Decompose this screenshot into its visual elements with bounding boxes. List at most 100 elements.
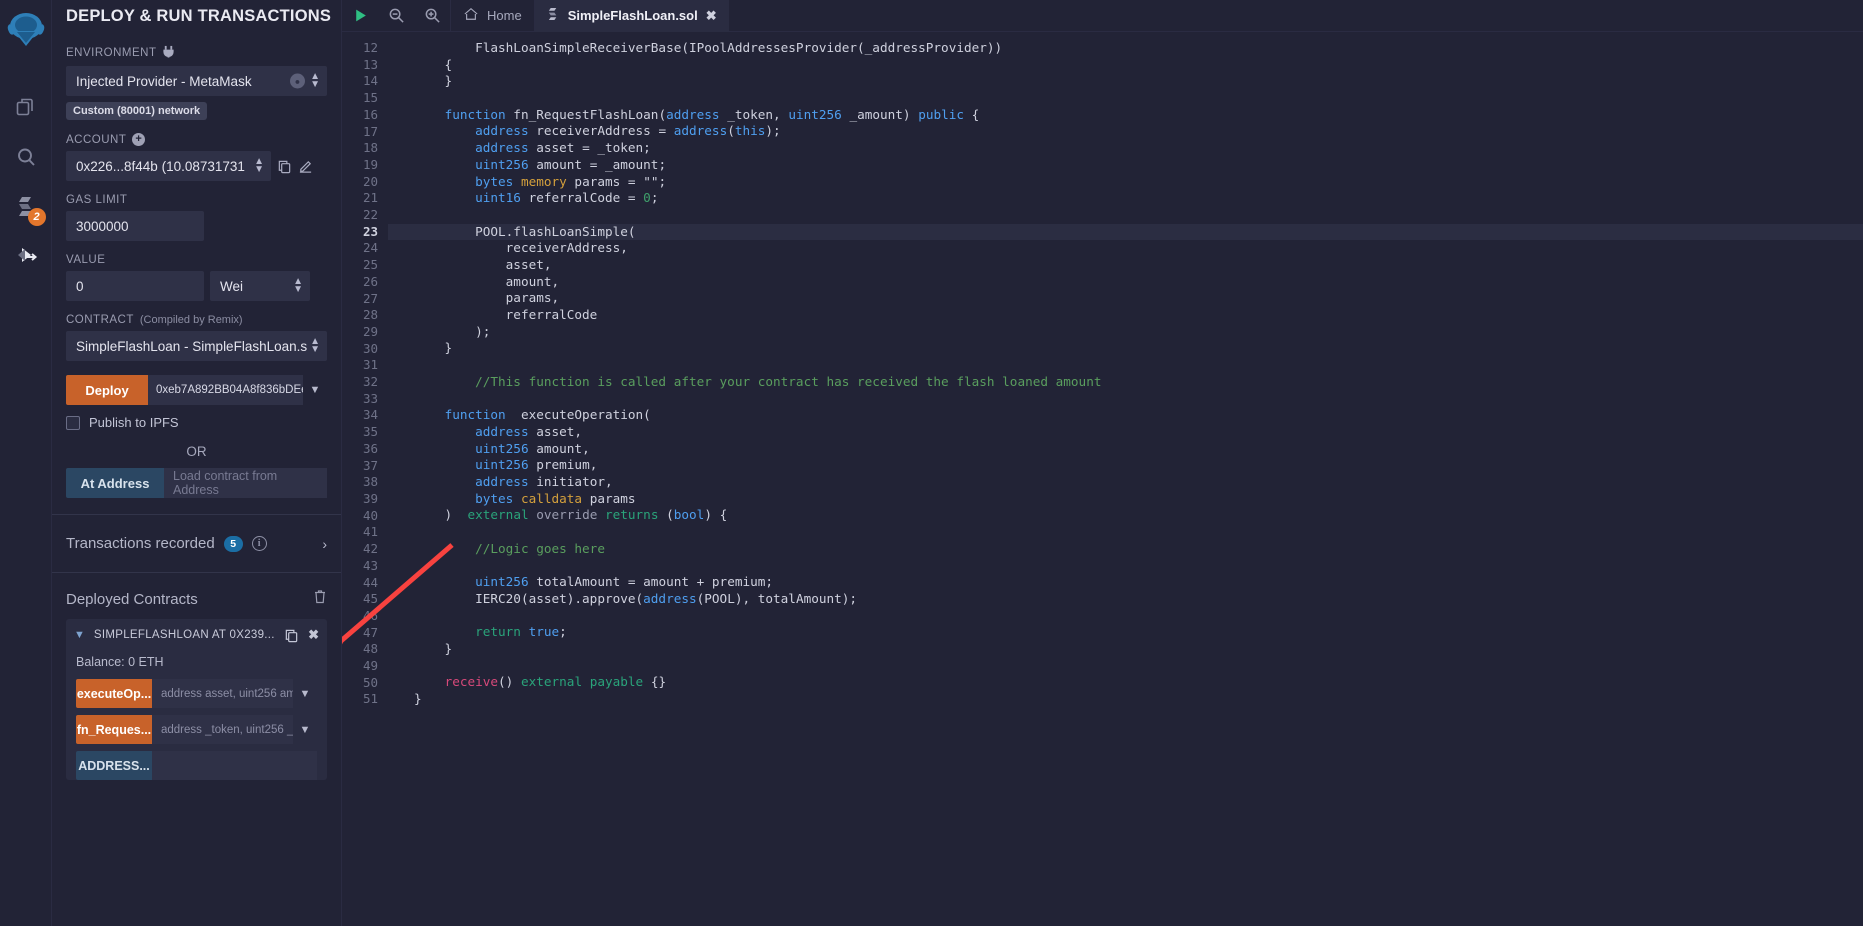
- copy-contract-address-icon[interactable]: [284, 628, 299, 643]
- code-line[interactable]: function executeOperation(: [388, 407, 1863, 424]
- at-address-button[interactable]: At Address: [66, 468, 164, 498]
- run-script-icon[interactable]: [342, 0, 378, 32]
- code-line[interactable]: [388, 207, 1863, 224]
- chevron-down-icon[interactable]: ▼: [293, 715, 317, 744]
- sidebar-item-solidity-compiler[interactable]: 2: [4, 182, 48, 232]
- publish-ipfs-label: Publish to IPFS: [89, 415, 179, 430]
- code-line[interactable]: bytes memory params = "";: [388, 174, 1863, 191]
- code-line[interactable]: uint256 amount = _amount;: [388, 157, 1863, 174]
- code-line[interactable]: uint256 premium,: [388, 457, 1863, 474]
- contract-value: SimpleFlashLoan - SimpleFlashLoan.s: [76, 338, 308, 354]
- code-line[interactable]: }: [388, 691, 1863, 708]
- code-line[interactable]: receiverAddress,: [388, 240, 1863, 257]
- function-button-fn_RequestFlashLoan[interactable]: fn_Reques...: [76, 715, 152, 744]
- transactions-recorded-row[interactable]: Transactions recorded 5 i ›: [66, 515, 327, 572]
- code-line[interactable]: uint256 amount,: [388, 441, 1863, 458]
- code-line[interactable]: return true;: [388, 624, 1863, 641]
- contract-select[interactable]: SimpleFlashLoan - SimpleFlashLoan.s ▲ ▼: [66, 331, 327, 361]
- code-line[interactable]: address asset,: [388, 424, 1863, 441]
- value-input[interactable]: 0: [66, 271, 204, 301]
- gas-limit-input[interactable]: 3000000: [66, 211, 204, 241]
- edit-account-icon[interactable]: [298, 159, 313, 174]
- environment-value: Injected Provider - MetaMask: [76, 73, 252, 89]
- function-params-input-fn_RequestFlashLoan[interactable]: address _token, uint256 _amount: [152, 715, 293, 744]
- plus-icon[interactable]: +: [132, 133, 146, 146]
- code-line[interactable]: }: [388, 73, 1863, 90]
- code-line[interactable]: uint256 totalAmount = amount + premium;: [388, 574, 1863, 591]
- function-params-input-executeOperation[interactable]: address asset, uint256 amount, u: [152, 679, 293, 708]
- sidebar-item-deploy-run[interactable]: [4, 232, 48, 282]
- remix-logo-icon[interactable]: [4, 6, 48, 58]
- line-number: 44: [362, 574, 378, 590]
- code-line[interactable]: );: [388, 324, 1863, 341]
- code-line[interactable]: [388, 390, 1863, 407]
- code-line[interactable]: referralCode: [388, 307, 1863, 324]
- code-line[interactable]: [388, 357, 1863, 374]
- at-address-input[interactable]: Load contract from Address: [164, 468, 327, 498]
- value-unit-select[interactable]: Wei ▲ ▼: [210, 271, 310, 301]
- code-view[interactable]: 12 13 14 15 16 17 18 19 20 21 22 23 24 25 26 27 28 29 30 31…: [342, 32, 1863, 926]
- copy-account-icon[interactable]: [277, 159, 292, 174]
- account-select[interactable]: 0x226...8f44b (10.08731731 ▲ ▼: [66, 151, 271, 181]
- deployed-contracts-header: Deployed Contracts: [66, 573, 327, 619]
- sidebar-item-search[interactable]: [4, 132, 48, 182]
- trash-icon[interactable]: [313, 589, 327, 609]
- deploy-run-panel: DEPLOY & RUN TRANSACTIONS ✓ › ENVIRONMEN…: [52, 0, 342, 926]
- tab-home[interactable]: Home: [450, 0, 534, 32]
- code-line[interactable]: ) external override returns (bool) {: [388, 507, 1863, 524]
- code-line[interactable]: receive() external payable {}: [388, 674, 1863, 691]
- code-line[interactable]: asset,: [388, 257, 1863, 274]
- chevron-updown-icon: ▲ ▼: [293, 276, 303, 295]
- code-line[interactable]: address receiverAddress = address(this);: [388, 123, 1863, 140]
- code-line[interactable]: uint16 referralCode = 0;: [388, 190, 1863, 207]
- info-icon[interactable]: i: [251, 536, 267, 551]
- function-params-input-ADDRESSES[interactable]: [152, 751, 317, 780]
- environment-select[interactable]: Injected Provider - MetaMask ● ▲ ▼: [66, 66, 327, 96]
- code-line[interactable]: address initiator,: [388, 474, 1863, 491]
- code-line[interactable]: [388, 607, 1863, 624]
- publish-ipfs-row[interactable]: Publish to IPFS: [66, 415, 327, 430]
- code-line[interactable]: bytes calldata params: [388, 491, 1863, 508]
- code-line[interactable]: amount,: [388, 274, 1863, 291]
- line-number: 16: [362, 106, 378, 122]
- chevron-down-icon[interactable]: ▼: [74, 629, 85, 641]
- code-line[interactable]: [388, 657, 1863, 674]
- code-line[interactable]: [388, 90, 1863, 107]
- deployed-contract-card: ▼ SIMPLEFLASHLOAN AT 0X239...6BC5 ✖ Bala…: [66, 619, 327, 780]
- chevron-down-icon[interactable]: ▼: [303, 375, 327, 405]
- chevron-down-icon[interactable]: ▼: [293, 679, 317, 708]
- close-contract-icon[interactable]: ✖: [308, 627, 319, 643]
- code-content[interactable]: FlashLoanSimpleReceiverBase(IPoolAddress…: [388, 32, 1863, 926]
- code-line[interactable]: POOL.flashLoanSimple(: [388, 223, 1863, 241]
- tab-simpleflashloan-sol[interactable]: SimpleFlashLoan.sol ✖: [533, 0, 729, 32]
- panel-header: DEPLOY & RUN TRANSACTIONS ✓ ›: [52, 0, 341, 32]
- publish-ipfs-checkbox[interactable]: [66, 415, 80, 430]
- check-icon: ✓: [340, 7, 341, 25]
- line-number: 32: [362, 374, 378, 390]
- close-icon[interactable]: ✖: [706, 8, 717, 24]
- code-line[interactable]: FlashLoanSimpleReceiverBase(IPoolAddress…: [388, 40, 1863, 57]
- code-line[interactable]: [388, 557, 1863, 574]
- deploy-button[interactable]: Deploy: [66, 375, 148, 405]
- line-number: 12: [362, 40, 378, 55]
- function-button-executeOperation[interactable]: executeOp...: [76, 679, 152, 708]
- code-line[interactable]: //Logic goes here: [388, 541, 1863, 558]
- code-line[interactable]: //This function is called after your con…: [388, 374, 1863, 391]
- code-line[interactable]: [388, 524, 1863, 541]
- code-line[interactable]: {: [388, 57, 1863, 74]
- chevron-right-icon[interactable]: ›: [322, 536, 327, 552]
- code-line[interactable]: address asset = _token;: [388, 140, 1863, 157]
- contract-label: CONTRACT (Compiled by Remix): [66, 314, 243, 326]
- zoom-in-icon[interactable]: [414, 0, 450, 32]
- deployed-contract-header[interactable]: ▼ SIMPLEFLASHLOAN AT 0X239...6BC5 ✖: [66, 619, 327, 651]
- code-line[interactable]: IERC20(asset).approve(address(POOL), tot…: [388, 591, 1863, 608]
- sidebar-item-file-explorer[interactable]: [4, 82, 48, 132]
- function-button-ADDRESSES[interactable]: ADDRESS...: [76, 751, 152, 780]
- code-line[interactable]: }: [388, 641, 1863, 658]
- value-unit: Wei: [220, 278, 244, 294]
- deploy-constructor-input[interactable]: 0xeb7A892BB04A8f836bDEeE: [148, 375, 303, 405]
- code-line[interactable]: params,: [388, 290, 1863, 307]
- code-line[interactable]: function fn_RequestFlashLoan(address _to…: [388, 107, 1863, 124]
- code-line[interactable]: }: [388, 340, 1863, 357]
- zoom-out-icon[interactable]: [378, 0, 414, 32]
